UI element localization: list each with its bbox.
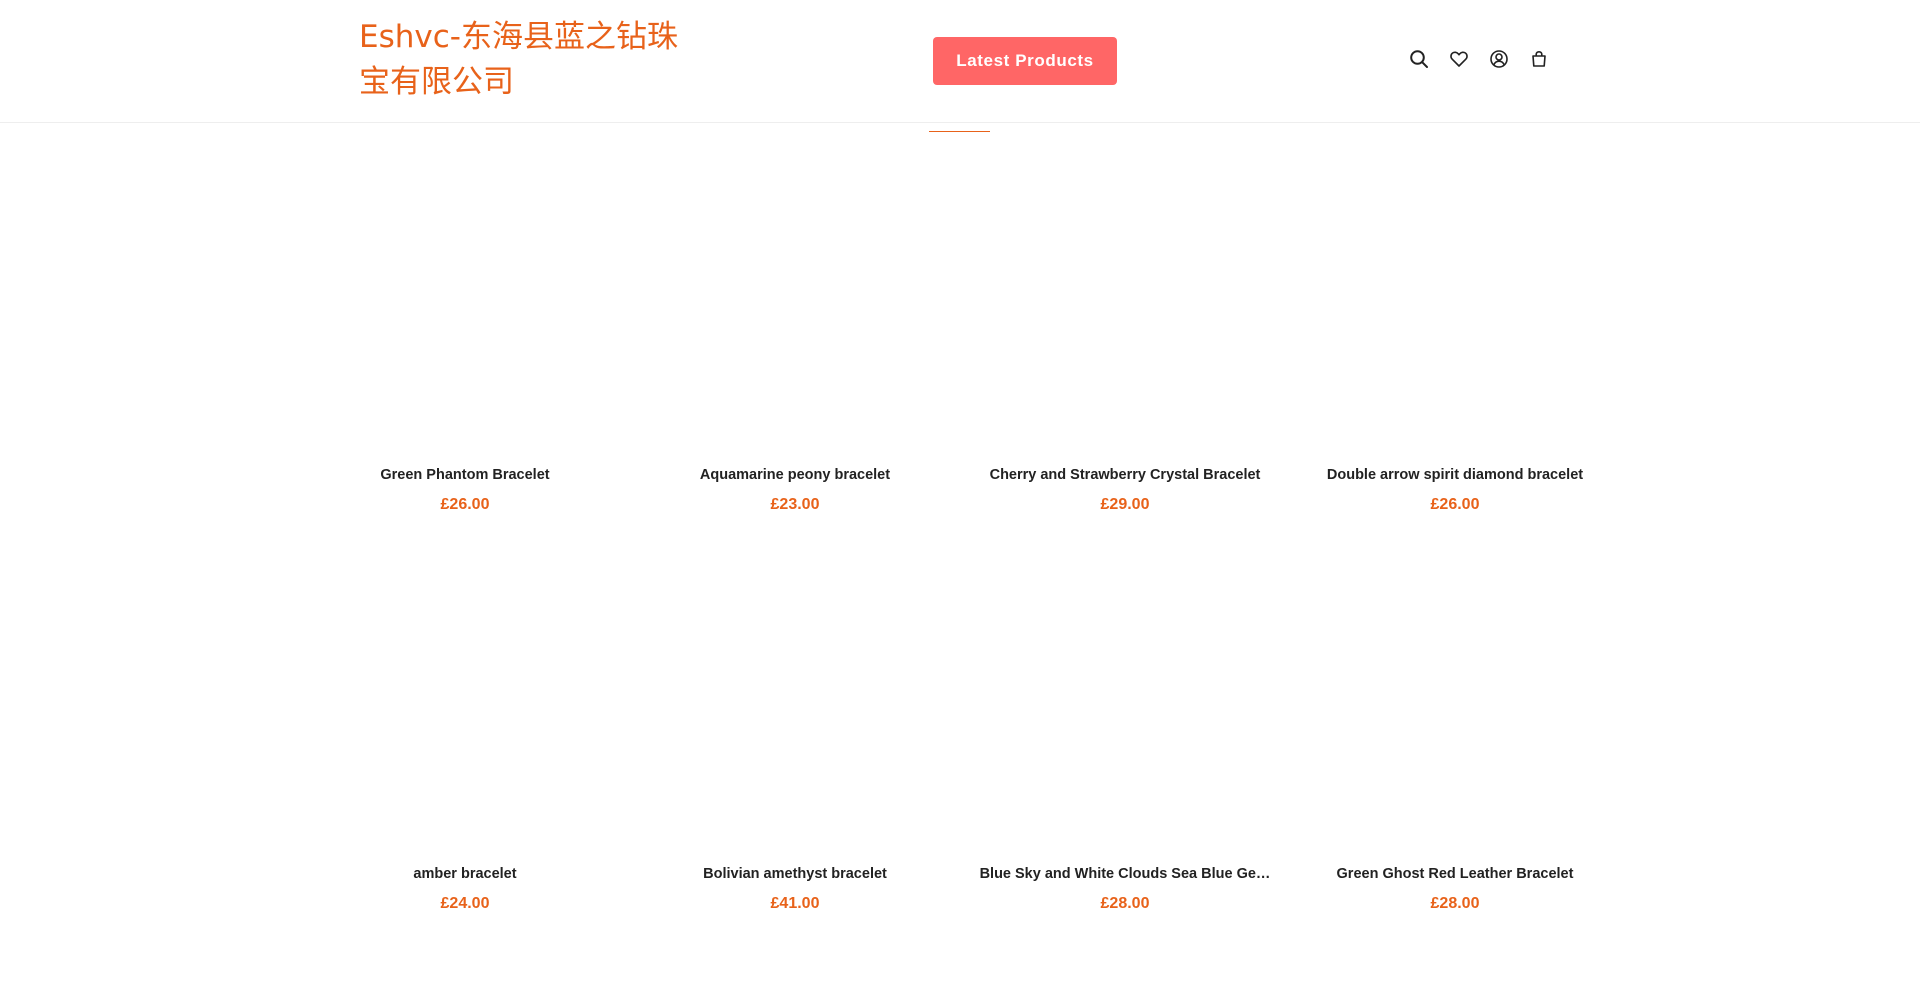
header-icons [1408,48,1550,70]
product-price: £26.00 [440,496,490,513]
product-image[interactable] [1305,564,1605,864]
product-image[interactable] [975,165,1275,465]
product-card[interactable]: Bolivian amethyst bracelet £41.00 [645,564,945,914]
site-header: Eshvc-东海县蓝之钻珠宝有限公司 Latest Products [0,0,1920,123]
product-title[interactable]: Green Ghost Red Leather Bracelet [1305,864,1605,884]
account-icon[interactable] [1488,48,1510,70]
product-card[interactable]: Aquamarine peony bracelet £23.00 [645,165,945,515]
product-title[interactable]: Bolivian amethyst bracelet [645,864,945,884]
product-price: £41.00 [770,895,820,912]
product-price: £26.00 [1430,496,1480,513]
product-price: £23.00 [770,496,820,513]
product-price: £28.00 [1100,895,1150,912]
brand-logo[interactable]: Eshvc-东海县蓝之钻珠宝有限公司 [359,15,679,105]
cart-icon[interactable] [1528,48,1550,70]
product-title[interactable]: Cherry and Strawberry Crystal Bracelet [975,465,1275,485]
search-icon[interactable] [1408,48,1430,70]
latest-products-button[interactable]: Latest Products [933,37,1117,85]
product-image[interactable] [645,564,945,864]
product-card[interactable]: Blue Sky and White Clouds Sea Blue Ge… £… [975,564,1275,914]
product-card[interactable]: Green Ghost Red Leather Bracelet £28.00 [1305,564,1605,914]
product-title[interactable]: Blue Sky and White Clouds Sea Blue Ge… [975,864,1275,884]
product-price: £29.00 [1100,496,1150,513]
product-image[interactable] [315,165,615,465]
product-card[interactable]: Green Phantom Bracelet £26.00 [315,165,615,515]
product-price: £28.00 [1430,895,1480,912]
heart-icon[interactable] [1448,48,1470,70]
product-image[interactable] [975,564,1275,864]
product-card[interactable]: Cherry and Strawberry Crystal Bracelet £… [975,165,1275,515]
product-title[interactable]: Aquamarine peony bracelet [645,465,945,485]
product-card[interactable]: amber bracelet £24.00 [315,564,615,914]
product-title[interactable]: amber bracelet [315,864,615,884]
product-price: £24.00 [440,895,490,912]
product-image[interactable] [645,165,945,465]
product-image[interactable] [315,564,615,864]
product-card[interactable]: Double arrow spirit diamond bracelet £26… [1305,165,1605,515]
product-image[interactable] [1305,165,1605,465]
tab-active-underline [929,131,990,132]
product-title[interactable]: Green Phantom Bracelet [315,465,615,485]
product-title[interactable]: Double arrow spirit diamond bracelet [1305,465,1605,485]
